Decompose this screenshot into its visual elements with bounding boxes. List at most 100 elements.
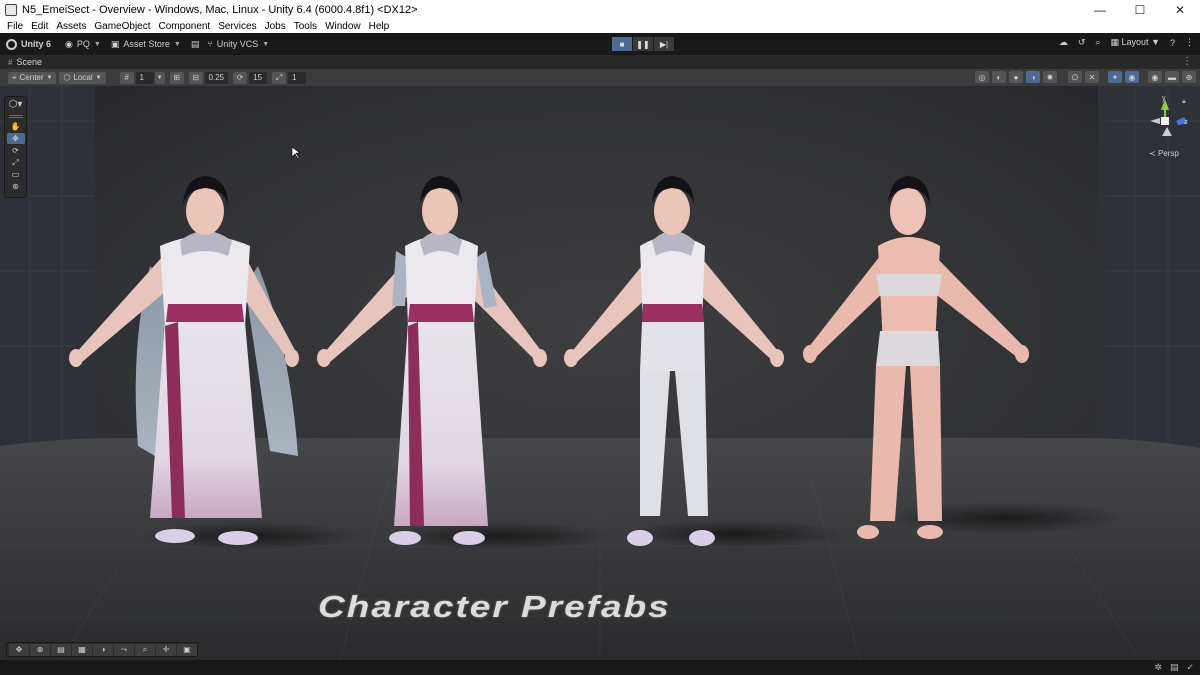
pivot-overlay-icon[interactable]: ✛ bbox=[156, 643, 176, 656]
visibility-eye-icon[interactable]: ◉ bbox=[1125, 71, 1139, 83]
rect-tool-icon[interactable]: ▭ bbox=[7, 169, 25, 180]
menu-bar: File Edit Assets GameObject Component Se… bbox=[0, 19, 1200, 33]
check-icon[interactable]: ✓ bbox=[1186, 662, 1194, 673]
grid-size-field[interactable]: 1 bbox=[135, 71, 154, 84]
lighting-toggle-icon[interactable]: ◑ bbox=[1026, 71, 1040, 83]
effects-dropdown-icon[interactable]: ✹ bbox=[1043, 71, 1057, 83]
fx-icon[interactable]: ✕ bbox=[1085, 71, 1099, 83]
layout-dropdown[interactable]: ▦ Layout ▼ bbox=[1110, 37, 1160, 48]
shaded-icon[interactable]: ● bbox=[1009, 71, 1023, 83]
menu-file[interactable]: File bbox=[3, 20, 27, 33]
chevron-down-icon: ▼ bbox=[93, 40, 101, 48]
transform-tool-icon[interactable]: ⊛ bbox=[7, 181, 25, 192]
scene-toolbar-right: ◎ ◐ ● ◑ ✹ ∅ ✕ ✦ ◉ ◉ ▬ ⊕ bbox=[975, 71, 1196, 83]
tab-menu-icon[interactable]: ⋮ bbox=[1182, 56, 1192, 67]
menu-jobs[interactable]: Jobs bbox=[261, 20, 290, 33]
scene-viewport[interactable]: y z Character Prefabs bbox=[0, 86, 1200, 660]
maximize-button[interactable]: ☐ bbox=[1120, 0, 1160, 19]
gizmo-menu-icon[interactable]: ⊕ bbox=[1182, 71, 1196, 83]
scale-tool-icon[interactable]: ⤢ bbox=[7, 157, 25, 168]
grid-overlay-icon[interactable]: ▤ bbox=[51, 643, 71, 656]
cloud-icon[interactable]: ☁ bbox=[1059, 37, 1068, 48]
camera-overlay-icon[interactable]: ▣ bbox=[177, 643, 197, 656]
path-overlay-icon[interactable]: ⤳ bbox=[114, 643, 134, 656]
help-icon[interactable]: ? bbox=[1170, 38, 1175, 48]
shaded-wireframe-icon[interactable]: ◐ bbox=[992, 71, 1006, 83]
snap-move-field[interactable]: 0.25 bbox=[204, 71, 229, 84]
menu-assets[interactable]: Assets bbox=[52, 20, 90, 33]
gizmo-z-label: z bbox=[1184, 119, 1188, 126]
projection-toggle[interactable]: ≺ Persp bbox=[1149, 149, 1179, 158]
menu-gameobject[interactable]: GameObject bbox=[90, 20, 154, 33]
gizmo-y-label: y bbox=[1162, 95, 1166, 102]
unity-logo-icon bbox=[6, 38, 17, 50]
hand-tool-icon[interactable]: ✋ bbox=[7, 121, 25, 132]
move-overlay-icon[interactable]: ✥ bbox=[9, 643, 29, 656]
step-icon: ▶| bbox=[659, 39, 669, 49]
window-titlebar: N5_EmeiSect - Overview - Windows, Mac, L… bbox=[0, 0, 1200, 19]
step-button[interactable]: ▶| bbox=[654, 37, 674, 51]
grid-snap-icon[interactable]: ⊞ bbox=[169, 71, 184, 84]
snap-overlay-icon[interactable]: ⊗ bbox=[30, 643, 50, 656]
package-icon-button[interactable]: ▤ bbox=[191, 39, 200, 50]
pivot-mode-dropdown[interactable]: ⌖ Center ▼ bbox=[8, 71, 57, 84]
pivot-icon: ⌖ bbox=[12, 72, 17, 82]
play-button[interactable]: ■ bbox=[612, 37, 632, 51]
snap-rotate-field[interactable]: 15 bbox=[249, 71, 268, 84]
cache-icon[interactable]: ▤ bbox=[1170, 662, 1179, 673]
menu-help[interactable]: Help bbox=[365, 20, 394, 33]
scene-render: y z bbox=[0, 86, 1200, 660]
search-icon[interactable]: ⌕ bbox=[1095, 37, 1100, 48]
scale-snap-icon[interactable]: ⤢ bbox=[272, 71, 287, 84]
menu-tools[interactable]: Tools bbox=[290, 20, 321, 33]
scene-overlay-toolbar: ✥ ⊗ ▤ ▦ ◑ ⤳ ⌕ ✛ ▣ bbox=[6, 642, 198, 657]
scene-visibility-icon[interactable]: ◉ bbox=[1148, 71, 1162, 83]
orientation-dropdown-icon[interactable]: ⬡▾ bbox=[9, 99, 23, 110]
unity-version-label: Unity 6 bbox=[21, 39, 52, 49]
grid-visibility-icon[interactable]: # bbox=[119, 71, 134, 84]
menu-edit[interactable]: Edit bbox=[27, 20, 52, 33]
grip-handle[interactable] bbox=[8, 115, 23, 118]
debug-icon[interactable]: ✲ bbox=[1154, 662, 1162, 673]
minimize-button[interactable]: — bbox=[1080, 0, 1120, 19]
pause-button[interactable]: ❚❚ bbox=[633, 37, 653, 51]
space-label: Local bbox=[73, 73, 93, 82]
wireframe-globe-icon[interactable]: ◎ bbox=[975, 71, 989, 83]
pivot-label: Center bbox=[19, 73, 44, 82]
chevron-down-icon: ▼ bbox=[95, 74, 102, 81]
account-dropdown[interactable]: ◉ PQ ▼ bbox=[65, 39, 101, 50]
unity-account-dropdown[interactable]: Unity 6 bbox=[6, 38, 52, 50]
vcs-dropdown[interactable]: ⑂ Unity VCS ▼ bbox=[207, 39, 269, 49]
gizmo-lock-icon[interactable]: 🔒︎ bbox=[1182, 98, 1186, 106]
audio-mute-icon[interactable]: ∅ bbox=[1068, 71, 1082, 83]
more-icon[interactable]: ⋮ bbox=[1185, 37, 1194, 48]
pause-icon: ❚❚ bbox=[636, 39, 650, 49]
rotate-snap-icon[interactable]: ⟳ bbox=[233, 71, 248, 84]
search-overlay-icon[interactable]: ⌕ bbox=[135, 643, 155, 656]
toolbar-right: ☁ ↺ ⌕ ▦ Layout ▼ ? ⋮ bbox=[1059, 37, 1194, 48]
snap-scale-field[interactable]: 1 bbox=[288, 71, 307, 84]
lighting-overlay-icon[interactable]: ◑ bbox=[93, 643, 113, 656]
scene-title-text: Character Prefabs bbox=[318, 590, 671, 624]
close-button[interactable]: ✕ bbox=[1160, 0, 1200, 19]
rotate-tool-icon[interactable]: ⟳ bbox=[7, 145, 25, 156]
menu-services[interactable]: Services bbox=[214, 20, 260, 33]
account-icon: ◉ bbox=[65, 38, 73, 49]
terrain-overlay-icon[interactable]: ▦ bbox=[72, 643, 92, 656]
move-tool-icon[interactable]: ✥ bbox=[6, 133, 25, 144]
tab-scene[interactable]: # Scene bbox=[0, 57, 42, 67]
window-title: N5_EmeiSect - Overview - Windows, Mac, L… bbox=[22, 3, 418, 16]
chevron-down-icon: ▼ bbox=[1151, 37, 1160, 47]
asset-store-dropdown[interactable]: ▣ Asset Store ▼ bbox=[111, 39, 181, 50]
tab-scene-label: Scene bbox=[16, 57, 42, 67]
history-icon[interactable]: ↺ bbox=[1078, 37, 1086, 48]
chevron-down-icon: ▼ bbox=[262, 40, 270, 48]
menu-component[interactable]: Component bbox=[155, 20, 215, 33]
grid-plane-dropdown[interactable]: ▼ bbox=[154, 71, 165, 84]
menu-window[interactable]: Window bbox=[321, 20, 365, 33]
pivot-rotation-dropdown[interactable]: ⬡ Local ▼ bbox=[59, 71, 106, 84]
increment-snap-icon[interactable]: ⊟ bbox=[188, 71, 203, 84]
gizmos-toggle-icon[interactable]: ✦ bbox=[1108, 71, 1122, 83]
package-icon: ▤ bbox=[190, 38, 200, 49]
camera-settings-icon[interactable]: ▬ bbox=[1165, 71, 1179, 83]
